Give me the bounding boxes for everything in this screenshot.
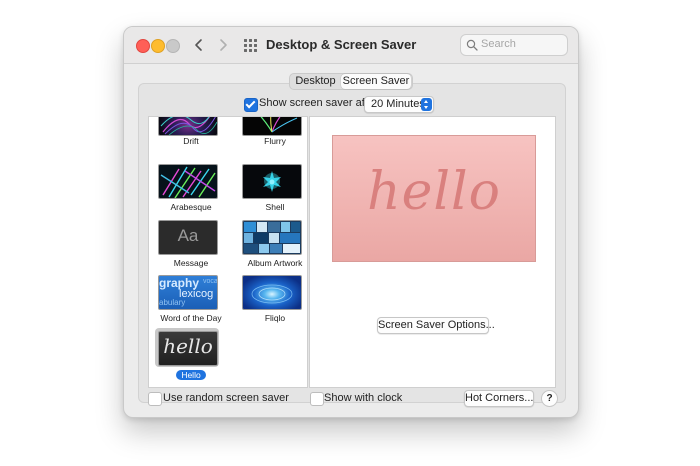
- message-thumbnail: Aa: [158, 220, 218, 255]
- preview-pane: hello Screen Saver Options...: [309, 116, 556, 388]
- selected-label-wrap: Hello: [149, 370, 233, 380]
- list-item-label: Drift: [183, 136, 199, 146]
- preferences-window: Desktop & Screen Saver Search Desktop Sc…: [123, 26, 579, 418]
- idle-time-popup[interactable]: 20 Minutes: [364, 96, 434, 113]
- list-item-label: Word of the Day: [160, 313, 222, 323]
- random-screen-saver-label: Use random screen saver: [163, 392, 289, 404]
- flurry-thumbnail: [242, 117, 302, 136]
- back-chevron-icon: [195, 39, 202, 51]
- hot-corners-button[interactable]: Hot Corners...: [464, 390, 534, 407]
- zoom-window-button[interactable]: [166, 39, 180, 53]
- search-placeholder: Search: [481, 38, 516, 50]
- drift-thumbnail: [158, 117, 218, 136]
- show-with-clock-checkbox[interactable]: [310, 392, 324, 406]
- magnifier-icon: [466, 39, 478, 51]
- list-item-label: Shell: [265, 202, 285, 212]
- list-item-label: Hello: [176, 370, 206, 380]
- shell-thumbnail: [242, 164, 302, 199]
- tab-desktop[interactable]: Desktop: [292, 74, 339, 89]
- help-button[interactable]: ?: [541, 390, 558, 407]
- list-item-label: Message: [173, 258, 209, 268]
- list-item-label: Flurry: [264, 136, 286, 146]
- idle-time-value: 20 Minutes: [371, 98, 425, 110]
- show-after-label: Show screen saver after: [259, 97, 378, 109]
- message-thumb-text: Aa: [177, 226, 199, 245]
- forward-chevron-icon: [220, 39, 227, 51]
- back-button[interactable]: [189, 35, 209, 55]
- minimize-window-button[interactable]: [151, 39, 165, 53]
- popup-arrows-icon: [421, 98, 432, 111]
- show-all-grid-icon[interactable]: [244, 39, 257, 52]
- hello-thumbnail: hello: [158, 331, 218, 366]
- preview-hello-text: hello: [367, 162, 501, 222]
- screen-saver-options-button[interactable]: Screen Saver Options...: [377, 317, 495, 334]
- word-thumb-text-3: abulary: [159, 298, 186, 307]
- window-title: Desktop & Screen Saver: [266, 37, 417, 52]
- screen-saver-preview: hello: [332, 135, 536, 262]
- album-artwork-thumbnail: [242, 220, 302, 255]
- word-of-the-day-thumbnail: graphy voca lexicog abulary: [158, 275, 218, 310]
- hello-thumb-text: hello: [163, 334, 213, 358]
- list-item-label: Arabesque: [170, 202, 212, 212]
- tab-screen-saver[interactable]: Screen Saver: [341, 74, 411, 89]
- word-thumb-text-4: voca: [203, 278, 218, 285]
- tab-bar: Desktop Screen Saver: [289, 73, 413, 90]
- close-window-button[interactable]: [136, 39, 150, 53]
- fliqlo-thumbnail: [242, 275, 302, 310]
- forward-button[interactable]: [213, 35, 233, 55]
- search-field[interactable]: Search: [460, 34, 568, 56]
- title-bar: Desktop & Screen Saver Search: [124, 27, 578, 64]
- list-item-label: Album Artwork: [247, 258, 303, 268]
- random-screen-saver-checkbox[interactable]: [148, 392, 162, 406]
- show-after-checkbox[interactable]: [244, 98, 258, 112]
- show-with-clock-label: Show with clock: [324, 392, 403, 404]
- list-item-label: Fliqlo: [264, 313, 286, 323]
- arabesque-thumbnail: [158, 164, 218, 199]
- screen-saver-list[interactable]: Drift Flurry Arabesque Shell Aa Message …: [148, 116, 308, 388]
